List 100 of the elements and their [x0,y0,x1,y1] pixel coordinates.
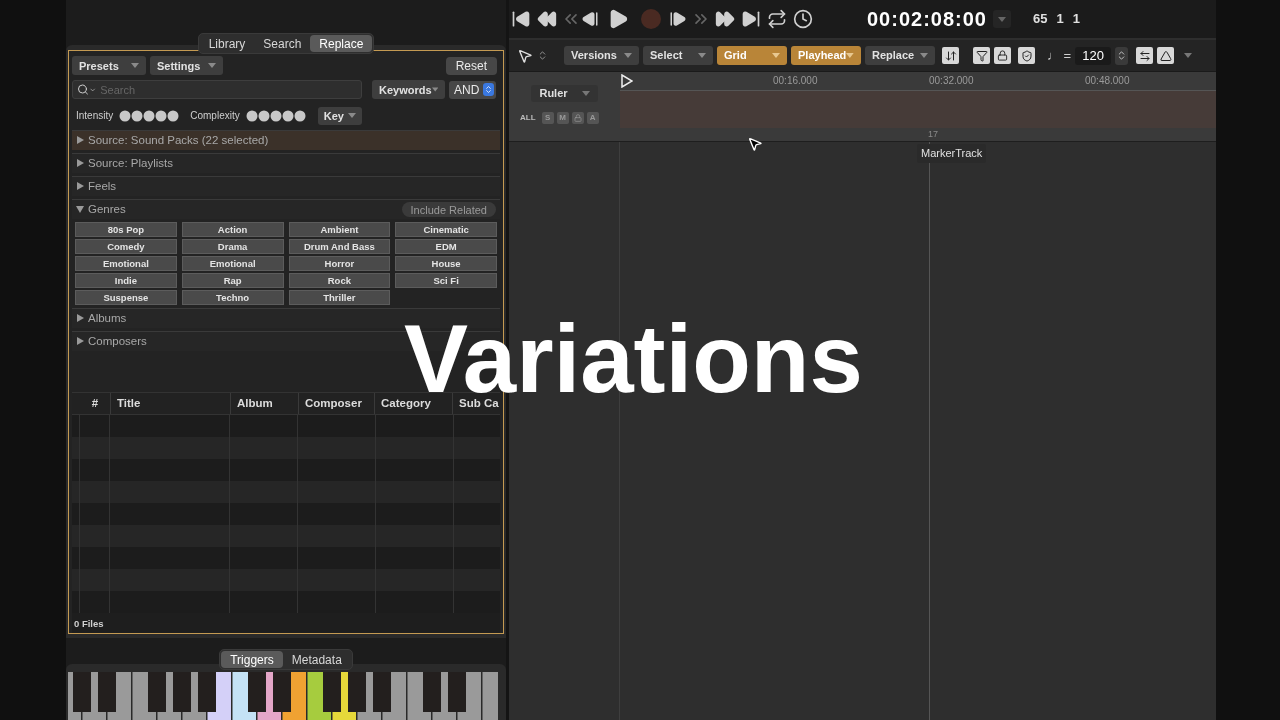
bar-position: 1 [1072,10,1080,29]
tempo-field[interactable]: 120 [1075,46,1112,65]
genre-button[interactable]: Rock [288,272,391,288]
genre-button[interactable]: Drama [181,238,284,254]
genre-button[interactable]: Emotional [181,255,284,271]
intensity-dots[interactable] [119,109,180,122]
expand-triangle-icon [76,159,84,168]
go-to-end-icon[interactable] [741,9,761,29]
section-title: Composers [88,333,147,349]
caret-icon [624,53,632,58]
browser-tab[interactable]: Replace [310,34,373,52]
stepper-icon [483,83,494,97]
expand-triangle-icon [76,136,84,145]
keywords-dropdown[interactable]: Keywords [372,80,445,100]
caret-icon [997,16,1006,22]
section-title: Source: Sound Packs (22 selected) [88,132,269,148]
timeline-label: 00:16.000 [773,74,819,89]
caret-icon [131,63,139,69]
pointer-tool-icon[interactable] [517,47,533,64]
genre-button[interactable]: Ambient [288,221,391,237]
shield-icon[interactable] [1018,47,1035,64]
timecode-menu-button[interactable] [992,10,1011,28]
expand-triangle-icon [76,314,84,323]
genre-button[interactable]: Rap [181,272,284,288]
search-icon [77,83,89,97]
swap-icon[interactable] [942,47,959,64]
reset-button[interactable]: Reset [445,56,497,75]
genre-button[interactable]: Techno [181,289,284,305]
tooltip: MarkerTrack [917,144,987,163]
tool-stepper-icon[interactable] [537,50,548,61]
section-header[interactable]: Source: Sound Packs (22 selected) [72,129,500,150]
genre-button[interactable]: Suspense [75,289,177,305]
go-to-start-icon[interactable] [511,9,531,29]
column-header[interactable]: Album [237,394,273,412]
filter-icon[interactable] [973,47,990,64]
include-related-button[interactable]: Include Related [401,201,496,217]
column-header[interactable]: Title [117,394,141,412]
genre-button[interactable]: Thriller [288,289,391,305]
caret-icon [772,53,780,58]
mouse-cursor-icon [747,136,763,152]
piano-keyboard-drawing[interactable] [68,672,498,720]
genre-button[interactable]: Action [181,221,284,237]
tempo-label: ♩ = [1047,46,1072,65]
column-header[interactable]: # [91,394,99,412]
genre-button[interactable]: Indie [75,272,177,288]
genre-button[interactable]: Sci Fi [395,272,497,288]
mode-dropdown[interactable]: Replace [865,46,935,65]
column-header[interactable]: Composer [305,394,362,412]
presets-dropdown[interactable]: Presets [72,56,146,76]
bar-position: 65 [1032,10,1048,29]
genre-button[interactable]: Cinematic [395,221,497,237]
mode-dropdown[interactable]: Select [643,46,713,65]
caret-icon [347,113,356,119]
genre-button[interactable]: EDM [395,238,497,254]
genre-button[interactable]: Emotional [75,255,177,271]
panel-tab[interactable]: Metadata [282,651,351,668]
operator-select[interactable]: AND [449,80,496,99]
rewind-icon[interactable] [537,9,557,29]
triangle-icon[interactable] [1157,47,1175,64]
chevron-down-icon [88,85,97,94]
key-dropdown[interactable]: Key [317,106,362,125]
settings-dropdown[interactable]: Settings [150,56,223,76]
section-title: Albums [88,310,127,326]
expand-triangle-icon [76,337,84,346]
panel-tab[interactable]: Triggers [221,651,283,668]
complexity-label: Complexity [190,109,240,124]
bar-position: 1 [1056,10,1064,29]
marker-number: 17 [928,127,938,141]
timeline-label: 00:32.000 [929,74,975,89]
caret-icon [846,53,854,58]
expand-triangle-icon [76,182,84,191]
genre-button[interactable]: 80s Pop [75,221,177,237]
lock-toggle[interactable] [571,112,584,124]
step-forward-icon[interactable] [669,10,687,28]
step-back-icon[interactable] [581,10,599,28]
clock-icon[interactable] [793,9,813,29]
browser-tab[interactable]: Search [254,34,311,52]
caret-icon [208,63,216,69]
section-header[interactable]: Genres Include Related [72,198,500,219]
intensity-label: Intensity [76,109,114,124]
timeline-label: 00:48.000 [1085,74,1131,89]
caret-icon [698,53,706,58]
timecode: 00:02:08:00 [867,7,987,32]
genre-button[interactable]: Comedy [75,238,177,254]
all-label: ALL [520,112,536,124]
mode-dropdown[interactable]: Versions [564,46,639,65]
loop-icon[interactable] [767,9,787,29]
tempo-stepper[interactable] [1115,46,1129,65]
caret-icon [431,87,438,93]
playhead-icon[interactable] [621,73,633,88]
arrows-icon[interactable] [1136,47,1154,64]
lock-icon[interactable] [994,47,1011,64]
complexity-dots[interactable] [245,109,306,122]
browser-tab[interactable]: Library [199,34,255,52]
ruler-dropdown[interactable]: Ruler [531,85,598,102]
genre-button[interactable]: Horror [288,255,391,271]
genre-button[interactable]: House [395,255,497,271]
caret-icon [581,91,590,96]
forward-icon[interactable] [715,9,735,29]
genre-button[interactable]: Drum And Bass [288,238,391,254]
